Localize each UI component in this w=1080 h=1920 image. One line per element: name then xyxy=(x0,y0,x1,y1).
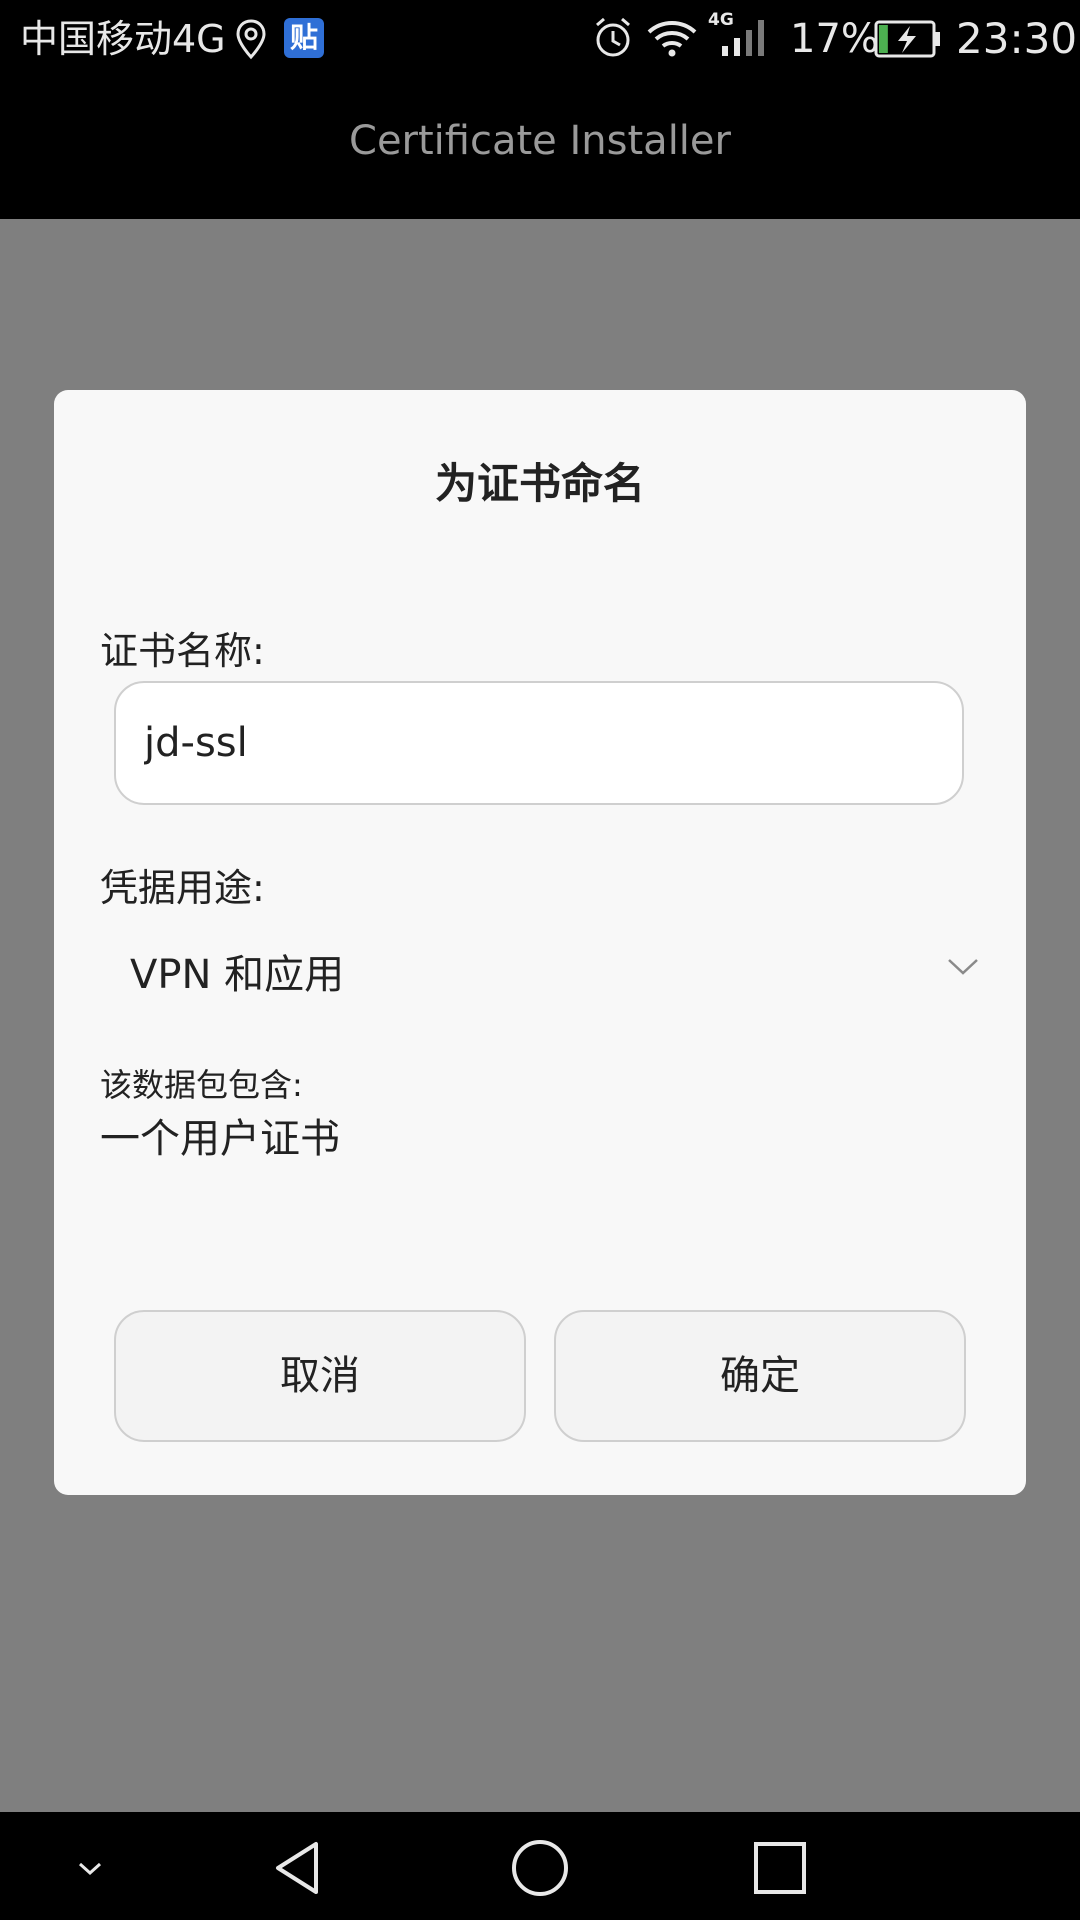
status-bar: 中国移动4G 贴 4G 17% 23:30 xyxy=(0,0,1080,78)
location-icon xyxy=(236,19,266,60)
battery-percent: 17% xyxy=(790,16,879,62)
chevron-down-icon xyxy=(948,959,978,975)
package-contents-label: 该数据包包含: xyxy=(100,1066,303,1104)
navigation-bar xyxy=(0,1812,1080,1920)
clock: 23:30 xyxy=(956,14,1078,63)
tieba-icon: 贴 xyxy=(284,18,324,58)
back-icon[interactable] xyxy=(268,1836,332,1900)
credential-usage-value: VPN 和应用 xyxy=(130,952,345,998)
certificate-name-input[interactable] xyxy=(114,681,964,805)
dialog-title: 为证书命名 xyxy=(434,459,645,508)
chevron-down-icon[interactable] xyxy=(58,1836,122,1900)
signal-icon xyxy=(722,20,764,56)
ok-button[interactable]: 确定 xyxy=(554,1310,966,1442)
app-bar: Certificate Installer xyxy=(0,78,1080,219)
wifi-icon xyxy=(647,21,697,57)
battery-charging-icon xyxy=(874,20,940,58)
credential-usage-dropdown[interactable]: VPN 和应用 xyxy=(100,930,980,1010)
credential-usage-label: 凭据用途: xyxy=(100,866,265,910)
carrier-name: 中国移动4G xyxy=(20,17,226,61)
package-contents-value: 一个用户证书 xyxy=(100,1116,340,1162)
alarm-icon xyxy=(596,17,630,57)
name-certificate-dialog: 为证书命名 证书名称: 凭据用途: VPN 和应用 该数据包包含: 一个用户证书… xyxy=(54,390,1026,1495)
home-icon[interactable] xyxy=(508,1836,572,1900)
certificate-name-label: 证书名称: xyxy=(100,629,265,673)
recents-icon[interactable] xyxy=(748,1836,812,1900)
cancel-button[interactable]: 取消 xyxy=(114,1310,526,1442)
app-title: Certificate Installer xyxy=(349,118,731,164)
tieba-badge-text: 贴 xyxy=(289,21,318,54)
